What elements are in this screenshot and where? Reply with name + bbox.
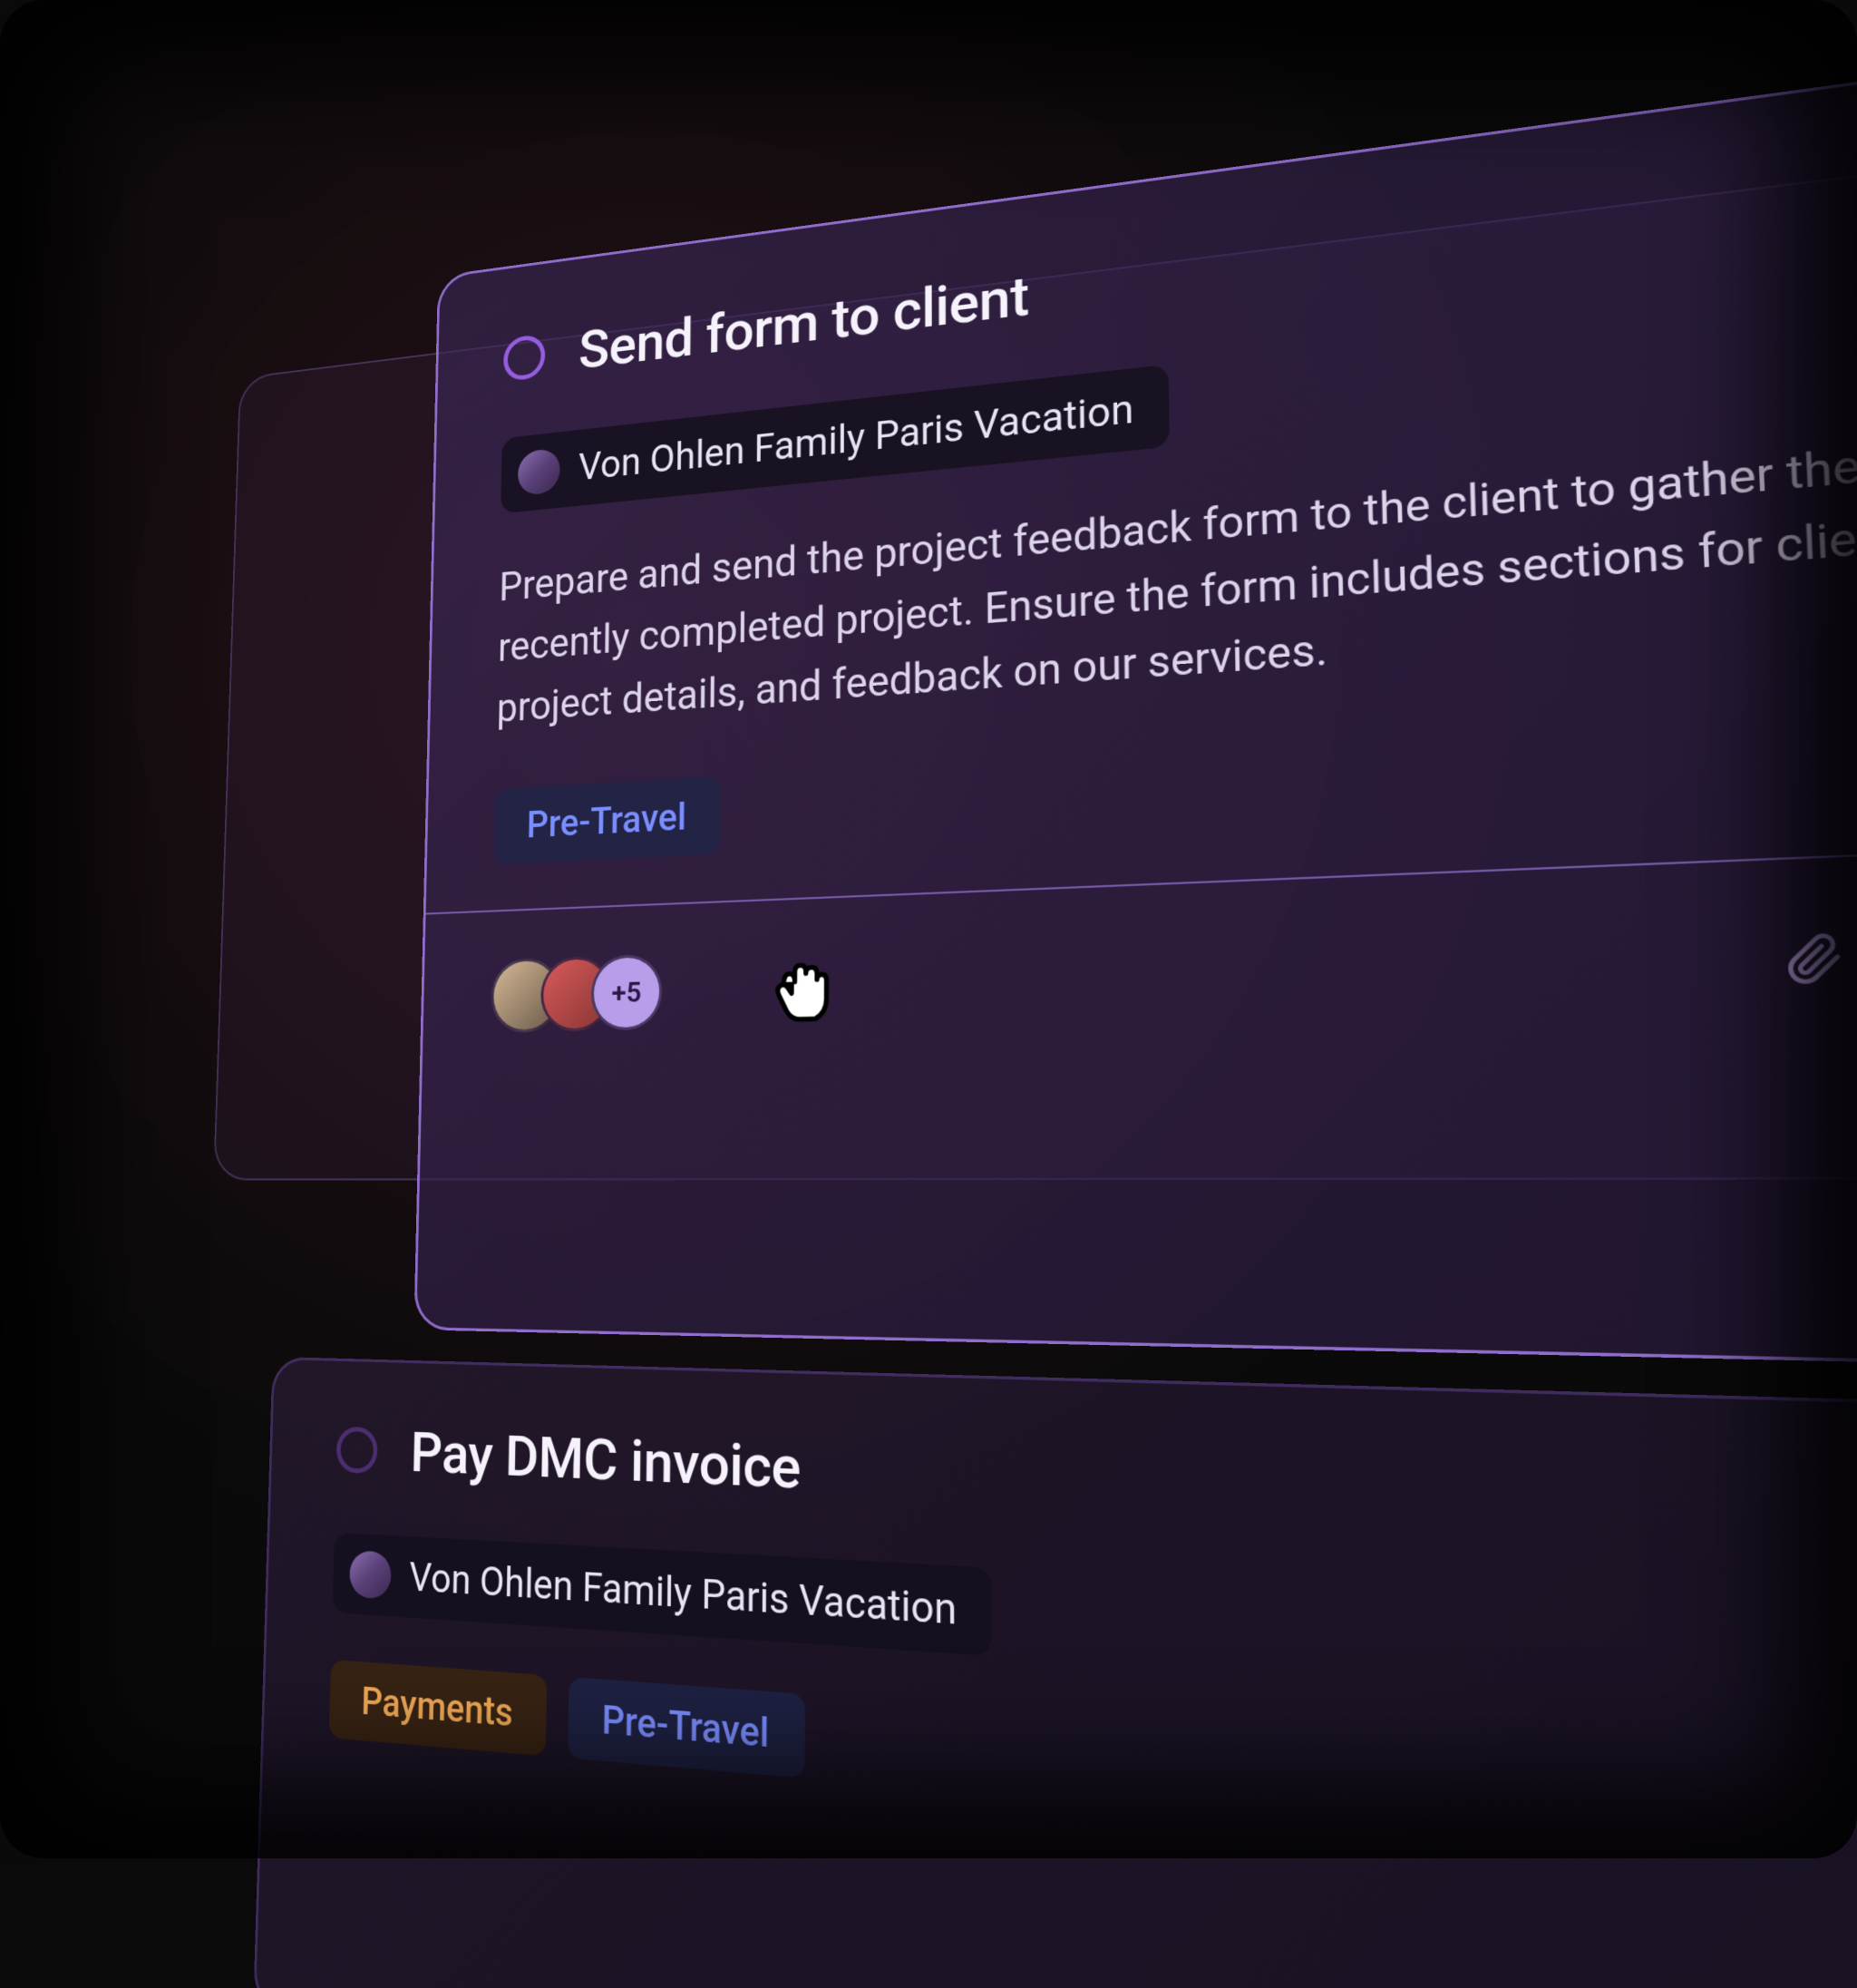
project-name: Von Ohlen Family Paris Vacation	[409, 1554, 957, 1634]
project-name: Von Ohlen Family Paris Vacation	[578, 385, 1134, 489]
paperclip-icon	[1784, 932, 1844, 987]
footer-left: +5	[491, 946, 841, 1036]
footer-right: 2 4 days	[1784, 915, 1857, 989]
attachment-group[interactable]: 2	[1784, 928, 1857, 989]
task-card-second[interactable]: Pay DMC invoice Von Ohlen Family Paris V…	[253, 1357, 1857, 1988]
tag-pre-travel[interactable]: Pre-Travel	[568, 1677, 805, 1778]
task-card-main[interactable]: Send form to client Von Ohlen Family Par…	[413, 14, 1857, 1376]
avatar-more-count[interactable]: +5	[590, 954, 662, 1031]
project-avatar	[349, 1550, 392, 1599]
task-title: Send form to client	[578, 262, 1029, 382]
project-badge[interactable]: Von Ohlen Family Paris Vacation	[332, 1533, 991, 1656]
project-badge[interactable]: Von Ohlen Family Paris Vacation	[501, 365, 1169, 514]
task-title: Pay DMC invoice	[410, 1418, 801, 1503]
tags-row: Payments Pre-Travel	[329, 1660, 1857, 1887]
scene-3d: Send form to client Von Ohlen Family Par…	[0, 0, 1857, 1858]
assignee-avatars[interactable]: +5	[491, 954, 663, 1033]
task-checkbox[interactable]	[503, 333, 546, 381]
grab-cursor-icon	[762, 946, 841, 1030]
tag-pre-travel[interactable]: Pre-Travel	[494, 775, 721, 864]
card-header: Send form to client	[503, 106, 1857, 390]
tag-payments[interactable]: Payments	[329, 1660, 547, 1757]
card-footer: +5 2	[422, 831, 1857, 1083]
project-avatar	[518, 448, 560, 496]
task-checkbox[interactable]	[336, 1426, 378, 1474]
card-header: Pay DMC invoice	[335, 1416, 1857, 1560]
avatar-more-label: +5	[611, 976, 641, 1009]
